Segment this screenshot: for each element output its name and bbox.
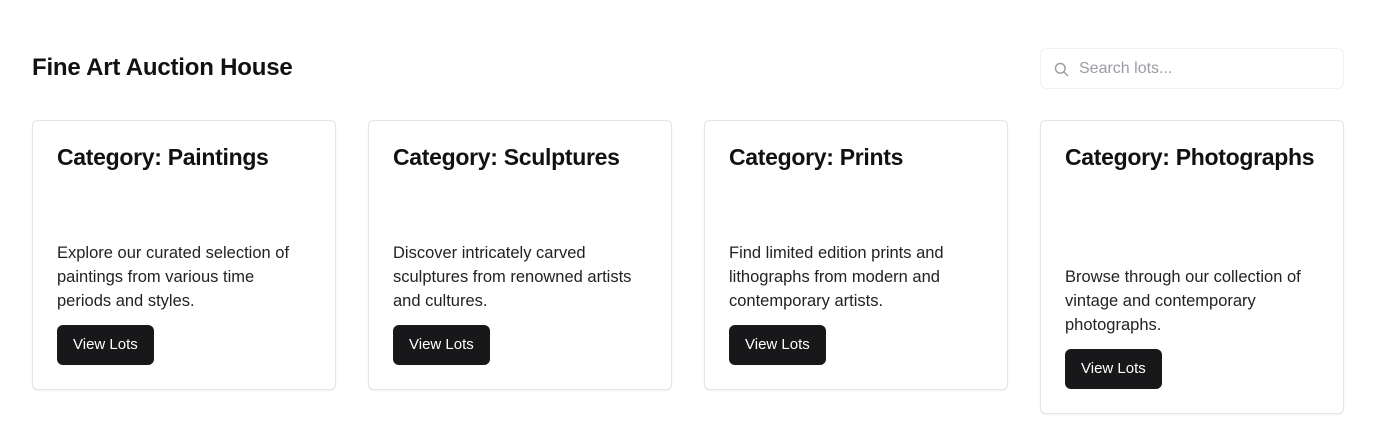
view-lots-button[interactable]: View Lots (57, 325, 154, 365)
card-title: Category: Photographs (1065, 144, 1315, 170)
card-title: Category: Sculptures (393, 144, 620, 170)
view-lots-button[interactable]: View Lots (1065, 349, 1162, 389)
category-card-photographs: Category: Photographs Browse through our… (1040, 120, 1344, 414)
page-title: Fine Art Auction House (32, 54, 293, 81)
card-title: Category: Prints (729, 144, 904, 170)
search-box[interactable] (1040, 48, 1344, 89)
card-description: Discover intricately carved sculptures f… (393, 244, 632, 310)
card-description: Explore our curated selection of paintin… (57, 244, 290, 310)
search-icon (1054, 62, 1069, 77)
card-title: Category: Paintings (57, 144, 269, 170)
view-lots-button[interactable]: View Lots (729, 325, 826, 365)
view-lots-button[interactable]: View Lots (393, 325, 490, 365)
search-input[interactable] (1079, 49, 1337, 88)
category-card-prints: Category: Prints Find limited edition pr… (704, 120, 1008, 390)
card-description: Browse through our collection of vintage… (1065, 268, 1301, 334)
card-description: Find limited edition prints and lithogra… (729, 244, 944, 310)
category-card-paintings: Category: Paintings Explore our curated … (32, 120, 336, 390)
category-card-sculptures: Category: Sculptures Discover intricatel… (368, 120, 672, 390)
page-header: Fine Art Auction House (32, 40, 1344, 90)
